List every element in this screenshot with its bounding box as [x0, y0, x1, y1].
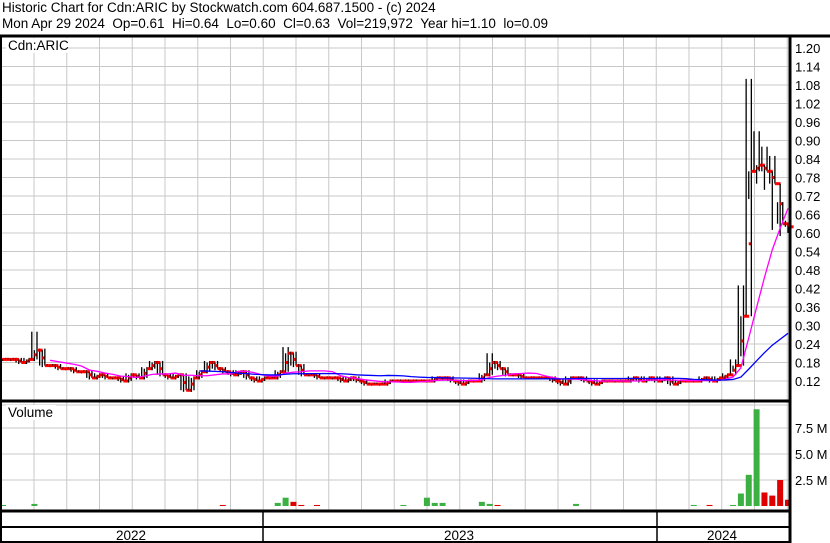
- y-tick-label: 0.54: [795, 245, 820, 260]
- volume-bar: [690, 504, 697, 506]
- volume-bar: [274, 502, 281, 506]
- moving-average-line: [49, 208, 789, 383]
- close-tick: [730, 373, 734, 377]
- y-tick-label: 1.14: [795, 60, 820, 75]
- y-tick-label: 1.20: [795, 41, 820, 56]
- volume-bar: [290, 501, 297, 506]
- y-tick-label: 0.78: [795, 171, 820, 186]
- y-tick-label: 0.48: [795, 263, 820, 278]
- volume-tick-label: 5.0 M: [795, 447, 828, 462]
- volume-bar: [478, 501, 485, 506]
- y-tick-label: 0.24: [795, 337, 820, 352]
- y-tick-label: 0.60: [795, 226, 820, 241]
- volume-bar: [298, 504, 305, 506]
- volume-bar: [769, 495, 776, 506]
- volume-tick-label: 7.5 M: [795, 421, 828, 436]
- y-tick-label: 0.30: [795, 319, 820, 334]
- volume-bar: [439, 502, 446, 506]
- volume-bar: [494, 504, 501, 506]
- year-label: 2022: [116, 528, 146, 543]
- volume-bar: [314, 504, 320, 506]
- volume-bar: [219, 504, 226, 506]
- y-tick-label: 1.02: [795, 97, 820, 112]
- stock-chart: Historic Chart for Cdn:ARIC by Stockwatc…: [0, 0, 830, 543]
- volume-panel-label: Volume: [8, 405, 53, 420]
- volume-bar: [761, 492, 768, 506]
- volume-bar: [31, 503, 38, 506]
- y-tick-label: 0.72: [795, 189, 820, 204]
- year-label: 2023: [444, 528, 474, 543]
- y-tick-label: 0.36: [795, 300, 820, 315]
- volume-bar: [431, 502, 438, 506]
- close-tick: [774, 182, 778, 186]
- y-tick-label: 0.42: [795, 282, 820, 297]
- close-tick: [746, 314, 750, 318]
- volume-bar: [745, 474, 752, 506]
- volume-bar: [282, 497, 289, 506]
- volume-bar: [777, 480, 784, 506]
- y-tick-label: 0.18: [795, 356, 820, 371]
- y-tick-label: 0.84: [795, 152, 820, 167]
- y-tick-label: 0.96: [795, 115, 820, 130]
- chart-canvas: 1.20 1.14 1.08 1.02 0.96 0.90 0.84 0.78 0.72 0.66…: [0, 34, 830, 543]
- y-tick-label: 1.08: [795, 78, 820, 93]
- price-panel-label: Cdn:ARIC: [8, 38, 69, 53]
- volume-bar: [486, 503, 493, 506]
- volume-bar: [753, 409, 760, 506]
- volume-bar: [400, 504, 407, 506]
- volume-bar: [423, 497, 430, 506]
- y-tick-label: 0.66: [795, 208, 820, 223]
- volume-bar: [706, 504, 713, 506]
- volume-bar: [573, 503, 580, 506]
- volume-bar: [737, 493, 744, 506]
- year-label: 2024: [707, 528, 738, 543]
- y-tick-label: 0.90: [795, 134, 820, 149]
- volume-tick-label: 2.5 M: [795, 473, 828, 488]
- y-tick-label: 0.12: [795, 374, 820, 389]
- volume-bar: [730, 504, 737, 506]
